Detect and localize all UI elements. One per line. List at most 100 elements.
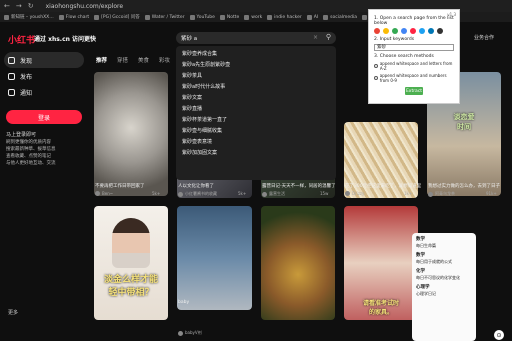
sidebar-item-label: 发布 xyxy=(20,73,33,81)
search-input[interactable]: 紫砂 a × ⚲ xyxy=(176,32,336,44)
bookmark-icon xyxy=(306,14,312,20)
logo[interactable]: 小红书 xyxy=(8,33,35,46)
site-icon[interactable] xyxy=(419,28,425,34)
suggestion-item[interactable]: 紫砂茶具 xyxy=(176,70,336,81)
tab-food[interactable]: 美食 xyxy=(138,56,149,64)
note-caption[interactable]: 露营日记-天天不一样，同居的温馨了 xyxy=(262,183,336,189)
avatar xyxy=(428,191,433,197)
suggestion-item[interactable]: 紫砂加加固文案 xyxy=(176,147,336,158)
bookmark-item[interactable]: work xyxy=(244,14,262,20)
extract-button[interactable]: Extract xyxy=(405,87,423,95)
author-name: 阿青乌龙茶 xyxy=(435,191,455,196)
radio-icon[interactable] xyxy=(374,64,378,68)
author-name: babyV剂 xyxy=(185,330,202,335)
bookmark-item[interactable]: Water / Twitter xyxy=(144,14,185,20)
note-card-image[interactable] xyxy=(261,206,335,320)
promo-text: 通过 xhs.cn 访问更快 xyxy=(34,36,96,43)
bookmark-item[interactable]: YouTube xyxy=(189,14,215,20)
like-count[interactable]: 15w xyxy=(320,191,328,196)
bookmark-item[interactable]: [PG] Gccoid] 问答 xyxy=(94,14,140,20)
bookmark-item[interactable]: Flow chart xyxy=(58,14,89,20)
note-author[interactable]: Drizzy xyxy=(345,191,364,196)
clear-icon[interactable]: × xyxy=(313,34,318,41)
benefit-line: 查看收藏、点赞的笔记 xyxy=(6,154,51,159)
login-button[interactable]: 登录 xyxy=(6,110,82,124)
suggestion-item[interactable]: 紫砂壶与细腻收集 xyxy=(176,125,336,136)
sidebar-item-publish[interactable]: 发布 xyxy=(0,68,88,84)
address-bar[interactable]: xiaohongshu.com/explore xyxy=(46,3,123,10)
like-count[interactable]: 91k+ xyxy=(486,191,497,196)
tab-recommend[interactable]: 推荐 xyxy=(96,56,107,64)
note-caption[interactable]: 不要再把工作日带回家了 xyxy=(95,183,145,189)
bookmark-item[interactable]: Notte xyxy=(219,14,240,20)
author-name: 露营生活 xyxy=(269,191,285,196)
search-suggestions: 紫砂壶养成合集 紫砂a先生原創紫砂壶 紫砂茶具 紫砂a时代什么故事 紫砂文案 紫砂直播 紫砂… xyxy=(176,46,336,180)
extension-version: v1.3 xyxy=(447,12,456,17)
overlay-text: 请看准考试时 的家具。 xyxy=(362,300,399,316)
site-icon[interactable] xyxy=(401,28,407,34)
bookmark-item[interactable]: 新知链 – youshXX… xyxy=(4,14,54,20)
note-caption[interactable]: 花了300元把这里来吃了，就想知道里 xyxy=(345,183,421,189)
reload-icon[interactable]: ↻ xyxy=(28,2,34,10)
bookmark-icon xyxy=(362,14,367,20)
note-author[interactable]: 露营生活 xyxy=(262,191,285,197)
note-caption[interactable]: baby xyxy=(178,300,189,305)
avatar xyxy=(95,191,100,196)
suggestion-item[interactable]: 紫砂文案 xyxy=(176,92,336,103)
keyword-input[interactable]: 紫砂 xyxy=(374,44,454,51)
bookmark-item[interactable]: indie hacker xyxy=(267,14,302,20)
bookmark-icon xyxy=(267,14,273,20)
note-caption[interactable]: 人以文化让你看了 xyxy=(178,183,214,189)
note-author[interactable]: babyV剂 xyxy=(178,330,202,336)
tab-outfit[interactable]: 穿搭 xyxy=(117,56,128,64)
option-numbers[interactable]: append whitespace and numbers from 0-9 xyxy=(374,73,454,83)
like-count[interactable]: 5k+ xyxy=(152,191,160,196)
site-icon[interactable] xyxy=(410,28,416,34)
study-note-card[interactable]: 数学 每日生命篇 数学 每日用于成就的公式 化学 每日不可思议的化学变化 心理学… xyxy=(412,233,476,341)
note-author[interactable]: Ben~ xyxy=(95,191,113,196)
back-to-top-button[interactable]: ⊙ xyxy=(494,330,504,340)
author-name: Ben~ xyxy=(102,191,114,196)
sidebar-item-discover[interactable]: 发现 xyxy=(4,52,84,68)
bookmark-icon xyxy=(323,14,329,20)
bookmark-label: [PG] Gccoid] 问答 xyxy=(101,15,140,20)
bookmark-icon xyxy=(219,14,225,20)
suggestion-item[interactable]: 紫砂壶表意境 xyxy=(176,136,336,147)
site-icon[interactable] xyxy=(428,28,434,34)
back-icon[interactable]: ← xyxy=(4,2,10,10)
panel-line: 每日不可思议的化学变化 xyxy=(416,275,460,280)
note-author[interactable]: 阿青乌龙茶 xyxy=(428,191,455,197)
benefit-line: 与他人更好地互动、交流 xyxy=(6,161,56,166)
site-icon[interactable] xyxy=(374,28,380,34)
panel-line: 心理学日记 xyxy=(416,291,436,296)
more-menu[interactable]: 更多 xyxy=(8,309,18,316)
portrait-image xyxy=(112,218,150,268)
like-count[interactable]: 5k+ xyxy=(238,191,246,196)
bookmark-item[interactable]: socialmedia xyxy=(323,14,357,20)
note-card-image[interactable] xyxy=(177,206,252,310)
suggestion-item[interactable]: 紫砂壶养成合集 xyxy=(176,48,336,59)
like-count[interactable]: 1k+ xyxy=(404,191,412,196)
radio-icon[interactable] xyxy=(374,76,378,80)
note-caption[interactable]: 我想过实力做的怎么办，去到了日子 xyxy=(428,183,500,189)
sidebar-item-notifications[interactable]: 通知 xyxy=(0,84,88,100)
note-author[interactable]: 小红薯酱书的收藏 xyxy=(178,191,217,197)
site-icon[interactable] xyxy=(392,28,398,34)
option-letters[interactable]: append whitespace and letters from A-Z xyxy=(374,61,454,71)
suggestion-item[interactable]: 紫砂a先生原創紫砂壶 xyxy=(176,59,336,70)
search-icon[interactable]: ⚲ xyxy=(326,33,331,41)
site-icon[interactable] xyxy=(437,28,443,34)
suggestion-item[interactable]: 紫砂杯茶道第一直了 xyxy=(176,114,336,125)
note-card-image[interactable] xyxy=(94,72,168,196)
bookmark-label: YouTube xyxy=(196,14,215,20)
bookmark-label: Notte xyxy=(226,14,240,20)
suggestion-item[interactable]: 紫砂直播 xyxy=(176,103,336,114)
option-label: append whitespace and numbers from 0-9 xyxy=(379,73,447,83)
suggestion-item[interactable]: 紫砂a时代什么故事 xyxy=(176,81,336,92)
site-icon[interactable] xyxy=(383,28,389,34)
sidebar-item-label: 发现 xyxy=(20,57,33,65)
tab-makeup[interactable]: 彩妆 xyxy=(159,56,170,64)
business-link[interactable]: 业务合作 xyxy=(474,34,494,41)
forward-icon[interactable]: → xyxy=(16,2,22,10)
bookmark-item[interactable]: AI xyxy=(306,14,318,20)
